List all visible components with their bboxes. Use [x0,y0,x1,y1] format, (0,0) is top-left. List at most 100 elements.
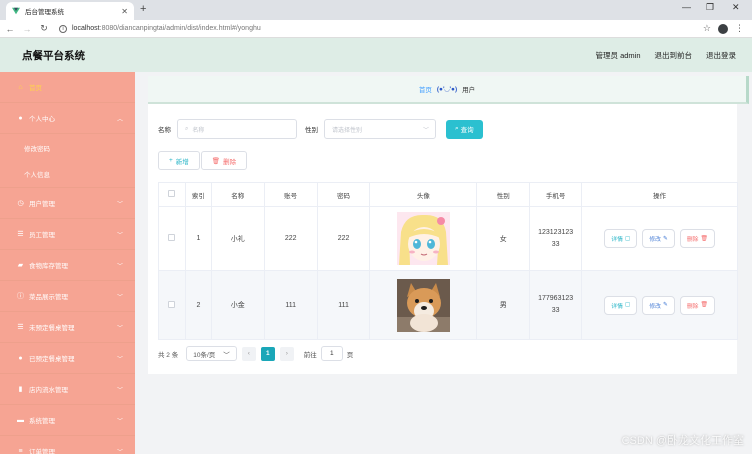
profile-avatar-icon[interactable] [718,23,728,34]
back-to-front-link[interactable]: 退出到前台 [655,50,693,61]
column-header: 头像 [369,182,478,207]
row-name: 小礼 [210,206,265,271]
user-icon: ● [18,354,23,362]
prev-page-button[interactable]: ‹ [241,346,256,361]
sidebar-item-orders[interactable]: ≡ 订单管理 ﹀ [0,436,135,454]
name-label: 名称 [158,127,171,134]
logout-link[interactable]: 退出登录 [706,50,736,61]
sidebar-item-home[interactable]: ⌂ 首页 [0,72,135,103]
edit-icon: ✎ [662,235,668,242]
row-name: 小金 [210,270,265,340]
tab-close-icon[interactable]: ✕ [121,7,128,16]
avatar [396,278,450,332]
table-row: 1 小礼 222 222 女 123123123 33 详情 ▢ 修改 ✎ 删除… [158,206,738,271]
bookmark-star-icon[interactable]: ☆ [703,23,711,34]
plus-icon: + [169,157,173,164]
new-tab-icon[interactable]: + [140,3,146,15]
detail-button[interactable]: 详情 ▢ [604,229,638,248]
sidebar-subitem-personal-info[interactable]: 个人信息 [0,161,135,188]
sidebar-item-dish-display[interactable]: ⓘ 菜品展示管理 ﹀ [0,281,135,312]
next-page-button[interactable]: › [279,346,294,361]
trash-icon: 🗑 [211,157,221,165]
site-info-icon[interactable]: i [59,24,67,33]
sidebar-item-user-management[interactable]: ◷ 用户管理 ﹀ [0,188,135,219]
goto-page-input[interactable]: 1 [320,346,343,361]
gender-placeholder: 请选择性别 [332,127,363,134]
sidebar-item-label: 个人中心 [29,116,55,123]
row-password: 222 [316,206,371,271]
sidebar-subitem-change-password[interactable]: 修改密码 [0,134,135,161]
home-icon: ⌂ [18,83,23,91]
name-search-input[interactable]: ⌕ 名称 [177,119,297,139]
sidebar-item-cash-flow[interactable]: ▮ 店内流水管理 ﹀ [0,374,135,405]
page-size-select[interactable]: 10条/页 ﹀ [186,346,237,361]
browser-menu-icon[interactable]: ⋮ [735,23,744,34]
sidebar-subitem-label: 修改密码 [24,145,50,153]
column-header: 操作 [581,182,738,207]
url-field[interactable]: i localhost:8080/diancanpingtai/admin/di… [59,24,261,33]
briefcase-icon: ▬ [17,416,24,424]
row-checkbox[interactable] [168,300,176,308]
sidebar-item-label: 用户管理 [29,201,55,208]
back-icon[interactable]: ← [3,24,17,34]
edit-button[interactable]: 修改 ✎ [642,229,675,248]
chevron-down-icon: ﹀ [116,449,123,454]
query-button[interactable]: ⌕ 查询 [446,119,483,139]
sidebar-item-unreserved-tables[interactable]: ☰ 未预定餐桌管理 ﹀ [0,312,135,343]
trash-icon: 🗑 [700,235,708,242]
sidebar-item-reserved-tables[interactable]: ● 已预定餐桌管理 ﹀ [0,343,135,374]
browser-tab[interactable]: 后台管理系统 ✕ [6,2,134,20]
sidebar-item-label: 食物库存管理 [29,263,68,270]
breadcrumb: 首页 (●'◡'●) 用户 [148,76,749,104]
clock-icon: ◷ [17,200,24,207]
select-all-checkbox[interactable] [168,190,176,197]
reload-icon[interactable]: ↻ [37,23,51,34]
delete-button[interactable]: 删除 🗑 [679,295,715,315]
delete-button-label: 删除 [686,237,699,243]
chevron-down-icon: ﹀ [116,325,123,332]
forward-icon[interactable]: → [20,24,34,34]
minimize-icon[interactable]: — [682,2,691,12]
sidebar-item-food-stock[interactable]: ▰ 食物库存管理 ﹀ [0,250,135,281]
sidebar-item-label: 店内流水管理 [29,387,68,394]
avatar [396,212,450,265]
breadcrumb-home[interactable]: 首页 [419,84,432,94]
edit-button[interactable]: 修改 ✎ [642,295,675,315]
breadcrumb-current: 用户 [462,87,476,94]
truck-icon: ▰ [17,262,24,269]
sidebar-item-label: 系统管理 [29,418,55,425]
sidebar-item-label: 首页 [29,85,42,92]
row-phone-line2: 33 [551,307,560,314]
window-close-icon[interactable]: ✕ [732,2,740,13]
row-password: 111 [316,270,371,340]
detail-button[interactable]: 详情 ▢ [604,295,638,315]
sidebar-item-personal-center[interactable]: ● 个人中心 ︿ [0,103,135,134]
column-header: 手机号 [529,182,583,207]
batch-delete-button[interactable]: 🗑 删除 [200,151,248,170]
trash-icon: 🗑 [700,302,708,308]
row-index: 1 [184,206,212,271]
column-header: 性别 [476,182,531,207]
page-unit-label: 页 [346,351,354,359]
row-phone-line1: 123123123 [538,228,574,236]
sidebar-item-system[interactable]: ▬ 系统管理 ﹀ [0,405,135,436]
action-buttons: + 新增 🗑 删除 [158,151,248,170]
name-placeholder: 名称 [192,127,205,134]
row-gender: 男 [476,270,531,340]
row-checkbox[interactable] [168,234,176,241]
edit-button-label: 修改 [649,237,661,243]
current-page[interactable]: 1 [260,346,275,361]
url-path: :8080/diancanpingtai/admin/dist/index.ht… [99,25,261,32]
delete-button[interactable]: 删除 🗑 [679,229,715,248]
list-icon: ☰ [17,324,24,331]
user-table: 索引 名称 账号 密码 头像 性别 手机号 操作 1 小礼 222 222 女 … [158,182,738,340]
edit-icon: ✎ [662,302,668,308]
maximize-icon[interactable]: ❐ [706,2,714,13]
sidebar-item-staff-management[interactable]: ☰ 员工管理 ﹀ [0,219,135,250]
page-size-value: 10条/页 [193,351,216,359]
delete-button-label: 删除 [686,303,699,310]
gender-select[interactable]: 请选择性别 ﹀ [324,119,436,139]
document-icon: ▢ [624,302,631,308]
add-button[interactable]: + 新增 [158,151,200,170]
row-account: 111 [263,270,318,340]
